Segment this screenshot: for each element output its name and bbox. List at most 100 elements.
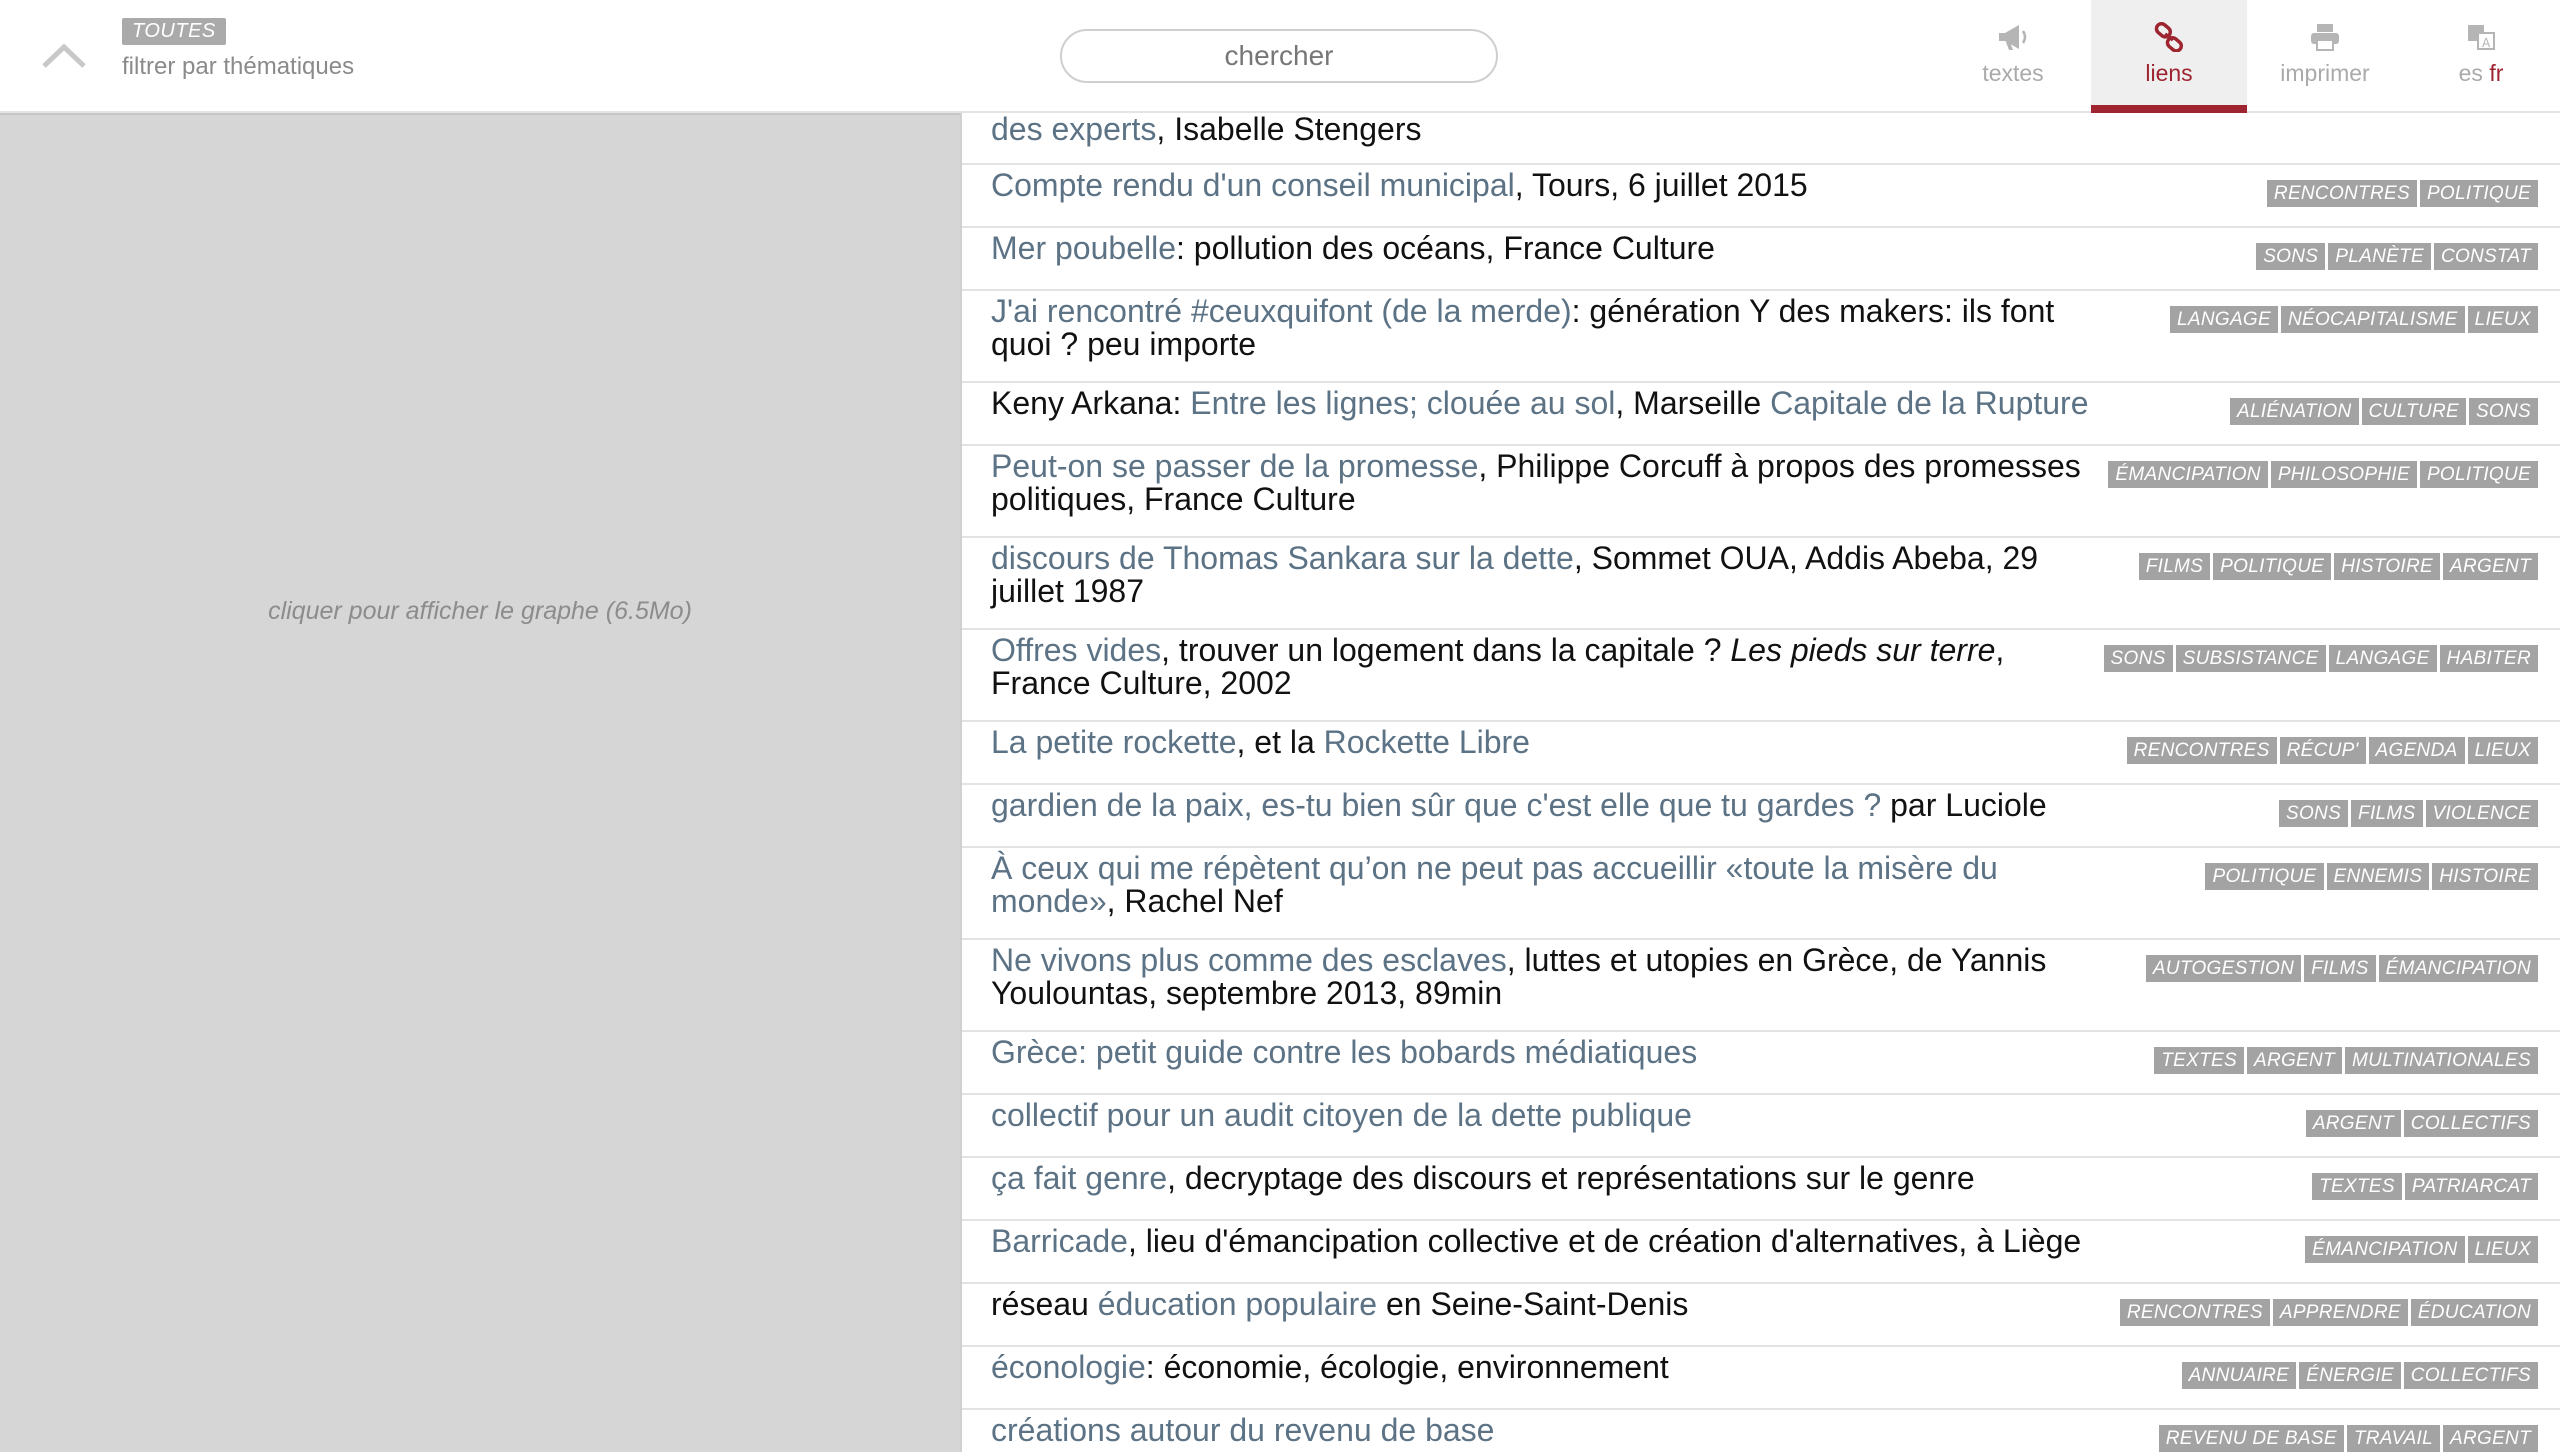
link-title[interactable]: collectif pour un audit citoyen de la de…	[991, 1097, 1692, 1133]
link-title[interactable]: La petite rockette	[991, 724, 1236, 760]
tag-badge[interactable]: HISTOIRE	[2334, 553, 2441, 580]
link-title[interactable]: gardien de la paix, es-tu bien sûr que c…	[991, 787, 1881, 823]
tag-badge[interactable]: ÉNERGIE	[2299, 1362, 2401, 1389]
tag-badge[interactable]: ARGENT	[2246, 1047, 2342, 1074]
tag-badge[interactable]: MULTINATIONALES	[2344, 1047, 2538, 1074]
link-title[interactable]: Rockette Libre	[1324, 724, 1530, 760]
tag-badge[interactable]: SONS	[2279, 800, 2349, 827]
link-title[interactable]: éducation populaire	[1098, 1286, 1377, 1322]
tag-badge[interactable]: RENCONTRES	[2126, 737, 2277, 764]
tag-badge[interactable]: COLLECTIFS	[2403, 1362, 2538, 1389]
nav-imprimer[interactable]: imprimer	[2247, 0, 2403, 113]
tag-badge[interactable]: TRAVAIL	[2346, 1425, 2441, 1452]
link-title[interactable]: Compte rendu d'un conseil municipal	[991, 167, 1515, 203]
link-title[interactable]: Offres vides	[991, 632, 1161, 668]
tag-badge[interactable]: NÉOCAPITALISME	[2280, 306, 2465, 333]
link-title[interactable]: Peut-on se passer de la promesse	[991, 448, 1478, 484]
tag-badge[interactable]: ÉMANCIPATION	[2305, 1236, 2465, 1263]
tag-badge[interactable]: RENCONTRES	[2119, 1299, 2270, 1326]
graph-hint[interactable]: cliquer pour afficher le graphe (6.5Mo)	[0, 597, 960, 626]
nav-liens[interactable]: liens	[2091, 0, 2247, 113]
link-text: Grèce: petit guide contre les bobards mé…	[991, 1032, 2091, 1069]
link-title[interactable]: éconologie	[991, 1349, 1146, 1385]
tag-badge[interactable]: PLANÈTE	[2328, 243, 2431, 270]
link-title[interactable]: ça fait genre	[991, 1160, 1167, 1196]
tag-badge[interactable]: SONS	[2256, 243, 2326, 270]
tag-badge[interactable]: ENNEMIS	[2326, 863, 2430, 890]
lang-fr[interactable]: fr	[2489, 60, 2503, 86]
tag-badge[interactable]: SONS	[2468, 398, 2538, 425]
tag-badge[interactable]: REVENU DE BASE	[2158, 1425, 2344, 1452]
tag-badge[interactable]: POLITIQUE	[2419, 180, 2538, 207]
tag-badge[interactable]: FILMS	[2304, 955, 2376, 982]
tag-badge[interactable]: LIEUX	[2467, 306, 2538, 333]
tag-badge[interactable]: ARGENT	[2443, 553, 2538, 580]
link-description: , lieu d'émancipation collective et de c…	[1127, 1223, 2082, 1259]
tag-badge[interactable]: LANGAGE	[2170, 306, 2278, 333]
link-title[interactable]: Capitale de la Rupture	[1770, 385, 2088, 421]
graph-panel[interactable]: cliquer pour afficher le graphe (6.5Mo)	[0, 107, 960, 1452]
tag-badge[interactable]: SONS	[2103, 645, 2173, 672]
tag-badge[interactable]: LIEUX	[2467, 1236, 2538, 1263]
nav-textes[interactable]: textes	[1935, 0, 2091, 113]
tag-badge[interactable]: ÉMANCIPATION	[2108, 461, 2268, 488]
tag-badge[interactable]: APPRENDRE	[2272, 1299, 2408, 1326]
tag-badge[interactable]: AGENDA	[2368, 737, 2465, 764]
tag-badge[interactable]: POLITIQUE	[2213, 553, 2332, 580]
tag-badge[interactable]: CONSTAT	[2433, 243, 2538, 270]
tag-badge[interactable]: FILMS	[2351, 800, 2423, 827]
tag-badge[interactable]: ARGENT	[2443, 1425, 2538, 1452]
tag-badge[interactable]: TEXTES	[2154, 1047, 2244, 1074]
tag-badge[interactable]: HISTOIRE	[2432, 863, 2538, 890]
link-title[interactable]: Barricade	[991, 1223, 1128, 1259]
link-text: Keny Arkana: Entre les lignes; clouée au…	[991, 383, 2091, 420]
tag-list: ALIÉNATION CULTURE SONS	[2229, 398, 2538, 425]
link-icon	[2154, 22, 2184, 52]
theme-filter[interactable]: TOUTES filtrer par thématiques	[122, 18, 354, 81]
link-row: À ceux qui me répètent qu’on ne peut pas…	[962, 848, 2560, 940]
link-title[interactable]: des experts	[991, 113, 1156, 147]
tag-badge[interactable]: LANGAGE	[2328, 645, 2437, 672]
link-title[interactable]: Grèce: petit guide contre les bobards mé…	[991, 1034, 1697, 1070]
tag-badge[interactable]: ANNUAIRE	[2181, 1362, 2297, 1389]
link-text: Ne vivons plus comme des esclaves, lutte…	[991, 940, 2091, 1010]
search-input[interactable]	[1060, 29, 1498, 83]
link-title[interactable]: Ne vivons plus comme des esclaves	[991, 942, 1507, 978]
lang-es[interactable]: es	[2459, 60, 2483, 86]
language-switch[interactable]: A es fr	[2403, 0, 2559, 113]
link-text: discours de Thomas Sankara sur la dette,…	[991, 538, 2091, 608]
tag-badge[interactable]: CULTURE	[2361, 398, 2466, 425]
tag-badge[interactable]: ARGENT	[2305, 1110, 2401, 1137]
tag-badge[interactable]: POLITIQUE	[2205, 863, 2324, 890]
link-title[interactable]: J'ai rencontré #ceuxquifont (de la merde…	[991, 293, 1572, 329]
link-title[interactable]: créations autour du revenu de base	[991, 1412, 1494, 1448]
link-text: éconologie: économie, écologie, environn…	[991, 1347, 2091, 1384]
link-title[interactable]: discours de Thomas Sankara sur la dette	[991, 540, 1574, 576]
tag-badge[interactable]: ÉDUCATION	[2410, 1299, 2538, 1326]
link-text: réseau éducation populaire en Seine-Sain…	[991, 1284, 2091, 1321]
tag-badge[interactable]: ÉMANCIPATION	[2378, 955, 2538, 982]
tag-badge[interactable]: COLLECTIFS	[2403, 1110, 2538, 1137]
tag-badge[interactable]: VIOLENCE	[2425, 800, 2538, 827]
tag-badge[interactable]: ALIÉNATION	[2229, 398, 2359, 425]
link-description: par Luciole	[1881, 787, 2047, 823]
link-title[interactable]: Mer poubelle	[991, 230, 1176, 266]
tag-badge[interactable]: TEXTES	[2312, 1173, 2402, 1200]
tag-badge[interactable]: SUBSISTANCE	[2175, 645, 2326, 672]
collapse-up-button[interactable]	[38, 38, 90, 72]
tag-badge[interactable]: PHILOSOPHIE	[2270, 461, 2417, 488]
tag-badge[interactable]: RÉCUP'	[2279, 737, 2366, 764]
tag-badge[interactable]: LIEUX	[2467, 737, 2538, 764]
tag-badge[interactable]: FILMS	[2138, 553, 2211, 580]
link-text: À ceux qui me répètent qu’on ne peut pas…	[991, 848, 2091, 918]
filter-badge-all[interactable]: TOUTES	[122, 18, 226, 45]
tag-badge[interactable]: POLITIQUE	[2419, 461, 2538, 488]
tag-list: REVENU DE BASE TRAVAIL ARGENT	[2158, 1425, 2538, 1452]
filter-label[interactable]: filtrer par thématiques	[122, 53, 354, 81]
tag-badge[interactable]: RENCONTRES	[2266, 180, 2417, 207]
tag-badge[interactable]: PATRIARCAT	[2404, 1173, 2538, 1200]
tag-badge[interactable]: AUTOGESTION	[2145, 955, 2302, 982]
tag-badge[interactable]: HABITER	[2439, 645, 2538, 672]
link-title[interactable]: Entre les lignes; clouée au sol	[1190, 385, 1615, 421]
tag-list: ÉMANCIPATION PHILOSOPHIE POLITIQUE	[2108, 461, 2538, 488]
